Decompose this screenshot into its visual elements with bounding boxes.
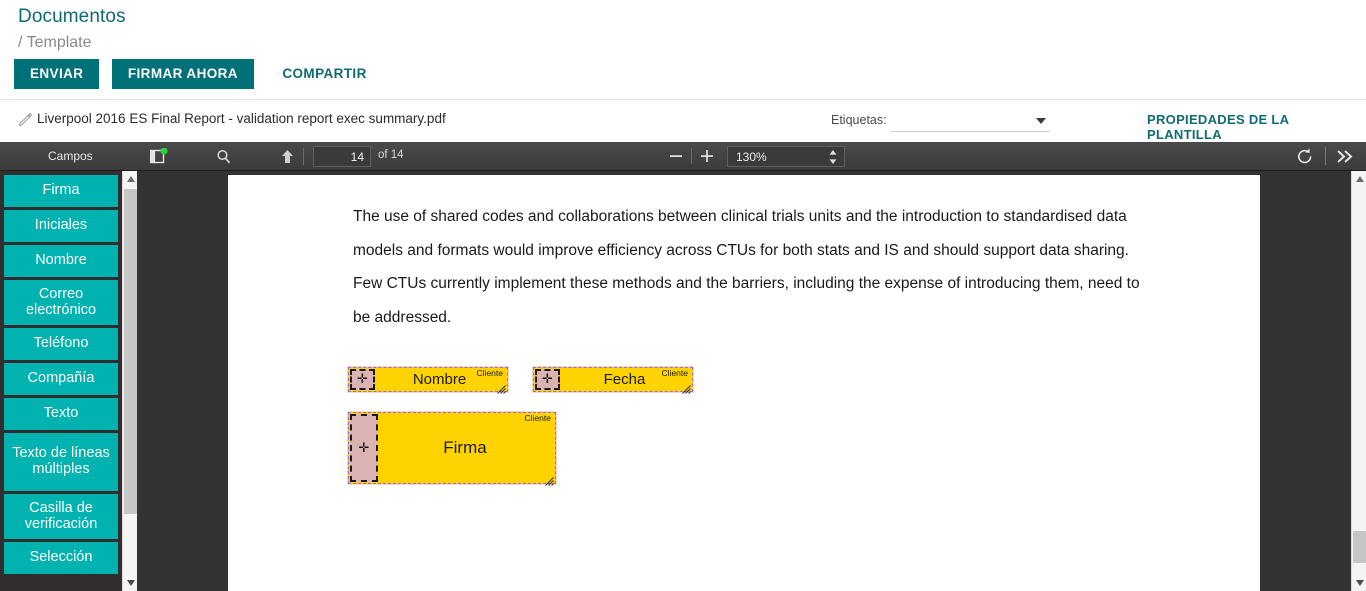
breadcrumb-documentos[interactable]: Documentos [18, 6, 126, 28]
breadcrumb-template: / Template [18, 34, 92, 51]
scrollbar-thumb[interactable] [1353, 531, 1366, 563]
field-label: Firma [443, 438, 487, 457]
field-button[interactable]: Nombre [4, 245, 118, 277]
minus-icon[interactable] [668, 148, 684, 164]
field-button-label: Texto de líneas múltiples [12, 445, 110, 477]
pdf-form-field[interactable]: ✛ Firma Cliente [347, 411, 557, 486]
fields-panel-scrollbar[interactable] [122, 171, 138, 591]
document-scrollbar[interactable] [1351, 171, 1366, 591]
document-filename: Liverpool 2016 ES Final Report - validat… [37, 111, 446, 126]
field-button-label: Iniciales [34, 217, 88, 234]
chevron-double-right-icon[interactable] [1336, 148, 1354, 165]
field-button[interactable]: Selección [4, 542, 118, 574]
page-number-input[interactable] [313, 146, 371, 167]
page-total-label: of 14 [378, 149, 404, 161]
rotate-cw-icon[interactable] [1296, 147, 1314, 166]
field-button-label: Selección [29, 549, 93, 566]
template-properties-link[interactable]: PROPIEDADES DE LA PLANTILLA [1147, 112, 1366, 142]
field-button-label: Firma [42, 182, 80, 199]
sign-now-button[interactable]: FIRMAR AHORA [111, 59, 254, 89]
triangle-up-icon[interactable] [1352, 171, 1366, 187]
field-button-label: Nombre [35, 252, 87, 269]
field-button[interactable]: Firma [4, 175, 118, 207]
workspace: Firma Iniciales Nombre Correo electrónico Te… [0, 171, 1366, 591]
pencil-icon[interactable] [18, 112, 33, 127]
field-button[interactable]: Teléfono [4, 328, 118, 360]
toolbar-separator [303, 148, 304, 165]
field-button[interactable]: Iniciales [4, 210, 118, 242]
field-button[interactable]: Texto de líneas múltiples [4, 433, 118, 491]
triangle-up-icon[interactable] [123, 171, 138, 187]
panel-toggle-icon[interactable] [149, 147, 168, 165]
fields-panel-title: Campos [48, 149, 93, 163]
document-canvas[interactable]: The use of shared codes and collaboratio… [137, 171, 1330, 591]
tags-dropdown[interactable] [890, 110, 1050, 132]
field-role-badge: Cliente [524, 413, 551, 423]
plus-icon[interactable] [699, 148, 715, 164]
field-button-label: Teléfono [33, 335, 89, 352]
field-resize-handle[interactable] [682, 381, 691, 394]
toolbar-right-separator [1325, 147, 1326, 165]
tags-label: Etiquetas: [831, 113, 887, 127]
app-root: Documentos / Template ENVIAR FIRMAR AHOR… [0, 0, 1366, 591]
triangle-down-icon[interactable] [123, 575, 138, 591]
field-drag-handle[interactable]: ✛ [350, 369, 375, 390]
move-icon: ✛ [542, 372, 553, 387]
field-button-label: Casilla de verificación [24, 499, 98, 532]
field-button[interactable]: Correo electrónico [4, 280, 118, 325]
share-button[interactable]: COMPARTIR [268, 59, 380, 89]
move-icon: ✛ [358, 440, 370, 456]
field-drag-handle[interactable]: ✛ [535, 369, 560, 390]
page-header: Documentos / Template ENVIAR FIRMAR AHOR… [0, 0, 1366, 100]
field-role-badge: Cliente [661, 368, 688, 378]
field-button-label: Compañía [27, 370, 95, 387]
document-body-text: The use of shared codes and collaboratio… [353, 208, 1140, 326]
send-button[interactable]: ENVIAR [14, 59, 100, 89]
header-action-buttons: ENVIAR FIRMAR AHORA COMPARTIR [14, 59, 381, 89]
field-role-badge: Cliente [476, 368, 503, 378]
zoom-separator [691, 148, 692, 164]
viewer-toolbar: Campos of 14 [0, 142, 1366, 171]
zoom-level-select[interactable]: 130% [727, 146, 845, 167]
field-button-label: Texto [43, 405, 79, 422]
chevron-down-icon [1036, 118, 1046, 124]
field-button[interactable]: Compañía [4, 363, 118, 395]
document-page[interactable]: The use of shared codes and collaboratio… [228, 175, 1260, 591]
field-resize-handle[interactable] [545, 473, 554, 486]
zoom-level-value: 130% [736, 150, 767, 164]
field-button[interactable]: Texto [4, 398, 118, 430]
triangle-down-icon[interactable] [1352, 575, 1366, 591]
stepper-updown-icon[interactable] [829, 150, 837, 164]
search-icon[interactable] [215, 148, 233, 166]
pdf-form-field[interactable]: ✛ Nombre Cliente [347, 366, 509, 394]
file-info-row: Liverpool 2016 ES Final Report - validat… [0, 100, 1366, 142]
field-button-label: Correo electrónico [25, 285, 97, 318]
fields-panel: Firma Iniciales Nombre Correo electrónico Te… [0, 171, 131, 591]
scrollbar-thumb[interactable] [124, 189, 137, 514]
field-drag-handle[interactable]: ✛ [350, 414, 378, 482]
field-resize-handle[interactable] [497, 381, 506, 394]
arrow-up-icon[interactable] [279, 148, 296, 165]
move-icon: ✛ [357, 372, 368, 387]
field-button[interactable]: Casilla de verificación [4, 494, 118, 539]
pdf-form-field[interactable]: ✛ Fecha Cliente [532, 366, 694, 394]
